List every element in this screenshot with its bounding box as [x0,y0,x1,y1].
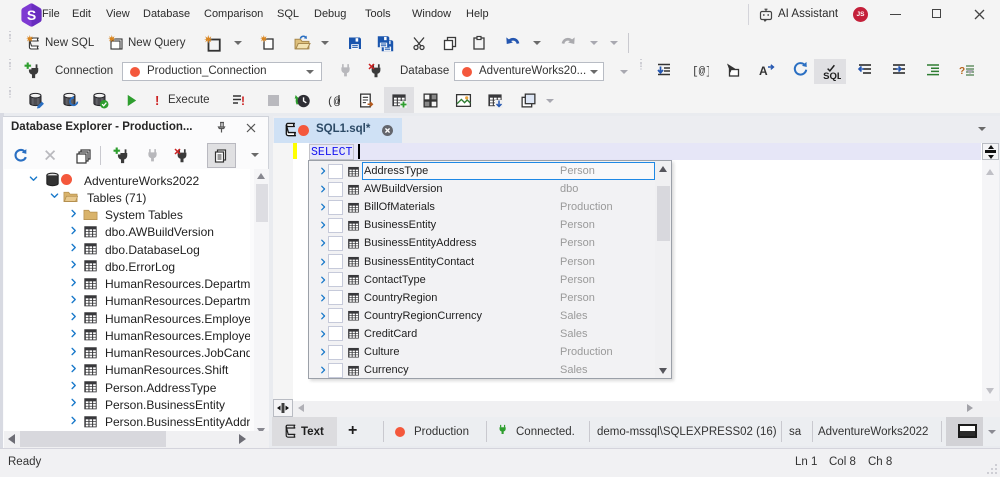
svg-text:[@]: [@] [692,66,709,78]
svg-text:SQL: SQL [823,71,841,81]
svg-text:A: A [759,64,768,78]
svg-text:!: ! [241,94,245,108]
svg-text:?: ? [959,66,965,77]
svg-text:S: S [27,7,36,23]
